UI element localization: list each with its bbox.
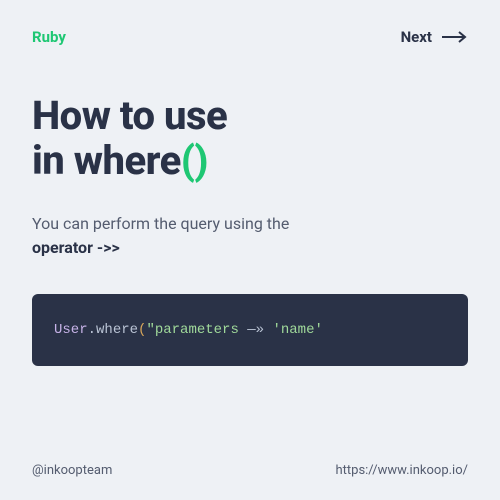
arrow-right-icon [442, 31, 468, 43]
description-text: You can perform the query using the oper… [32, 212, 392, 260]
category-label: Ruby [32, 28, 66, 46]
header-bar: Ruby Next [32, 28, 468, 46]
code-arrow: —» [239, 322, 273, 338]
next-link[interactable]: Next [401, 28, 468, 46]
next-label: Next [401, 28, 432, 46]
footer-handle: @inkoopteam [32, 463, 112, 478]
description-bold: operator ->> [32, 238, 120, 257]
title-accent: () [181, 137, 208, 184]
code-string-close: 'name' [272, 322, 322, 338]
code-block: User.where("parameters —» 'name' [32, 294, 468, 366]
title-line1: How to use [32, 92, 227, 139]
code-class: User [54, 322, 88, 338]
code-dot: . [88, 322, 96, 338]
code-string-open: "parameters [146, 322, 238, 338]
page-title: How to use in where() [32, 94, 468, 184]
footer-bar: @inkoopteam https://www.inkoop.io/ [32, 463, 468, 478]
title-line2-plain: in where [32, 137, 181, 184]
footer-url: https://www.inkoop.io/ [335, 463, 468, 478]
description-before: You can perform the query using the [32, 214, 289, 233]
code-method: where [96, 322, 138, 338]
